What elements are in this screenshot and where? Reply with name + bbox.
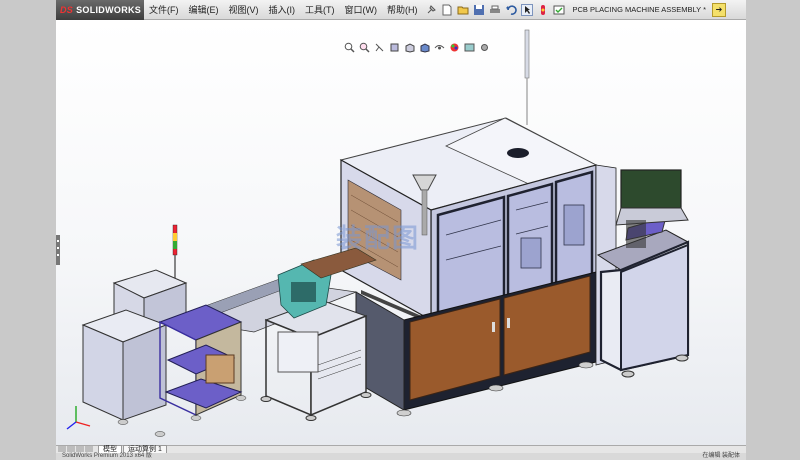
menu-window[interactable]: 窗口(W) (340, 3, 383, 16)
view-orientation-icon[interactable] (403, 41, 416, 54)
previous-view-icon[interactable] (373, 41, 386, 54)
menu-file[interactable]: 文件(F) (144, 3, 184, 16)
app-name: SOLIDWORKS (76, 4, 142, 15)
status-bar: SolidWorks Premium 2013 x64 版 在编辑 装配体 (56, 453, 746, 460)
open-icon[interactable] (456, 3, 470, 17)
bottom-tab-bar: 模型 运动算例 1 (56, 445, 746, 453)
section-view-icon[interactable] (388, 41, 401, 54)
document-title: PCB PLACING MACHINE ASSEMBLY * (572, 5, 707, 14)
zoom-fit-icon[interactable] (343, 41, 356, 54)
graphics-area[interactable]: 装配图 (56, 20, 746, 445)
print-icon[interactable] (488, 3, 502, 17)
new-icon[interactable] (440, 3, 454, 17)
menu-view[interactable]: 视图(V) (224, 3, 264, 16)
tab-model[interactable]: 模型 (98, 445, 122, 453)
display-style-icon[interactable] (418, 41, 431, 54)
save-icon[interactable] (472, 3, 486, 17)
right-control-station (595, 164, 690, 378)
solidworks-logo[interactable]: DS SOLIDWORKS (56, 0, 144, 20)
zoom-area-icon[interactable] (358, 41, 371, 54)
edit-appearance-icon[interactable] (448, 41, 461, 54)
scene-icon[interactable] (463, 41, 476, 54)
signal-tower-main (524, 29, 530, 125)
select-icon[interactable] (520, 3, 534, 17)
heads-up-view-toolbar (343, 41, 491, 54)
coordinate-triad-icon (66, 406, 91, 430)
hide-show-icon[interactable] (433, 41, 446, 54)
tab-navigation[interactable] (56, 445, 98, 453)
left-loader-unit (81, 224, 247, 437)
rebuild-icon[interactable] (536, 3, 550, 17)
status-right: 在编辑 装配体 (702, 453, 740, 459)
ds-logo-mark: DS (60, 4, 74, 15)
menu-help[interactable]: 帮助(H) (382, 3, 423, 16)
menu-insert[interactable]: 插入(I) (264, 3, 301, 16)
menu-tools[interactable]: 工具(T) (300, 3, 340, 16)
undo-icon[interactable] (504, 3, 518, 17)
menu-edit[interactable]: 编辑(E) (184, 3, 224, 16)
tab-motion-study-1[interactable]: 运动算例 1 (123, 445, 167, 453)
watermark-text: 装配图 (336, 224, 421, 254)
menu-bar: DS SOLIDWORKS 文件(F) 编辑(E) 视图(V) 插入(I) 工具… (56, 0, 746, 20)
view-settings-icon[interactable] (478, 41, 491, 54)
pin-menu-icon[interactable]: ➔ (712, 2, 727, 17)
status-left: SolidWorks Premium 2013 x64 版 (62, 453, 152, 459)
pin-icon[interactable] (424, 3, 438, 17)
options-icon[interactable] (552, 3, 566, 17)
solidworks-window: DS SOLIDWORKS 文件(F) 编辑(E) 视图(V) 插入(I) 工具… (56, 0, 746, 460)
